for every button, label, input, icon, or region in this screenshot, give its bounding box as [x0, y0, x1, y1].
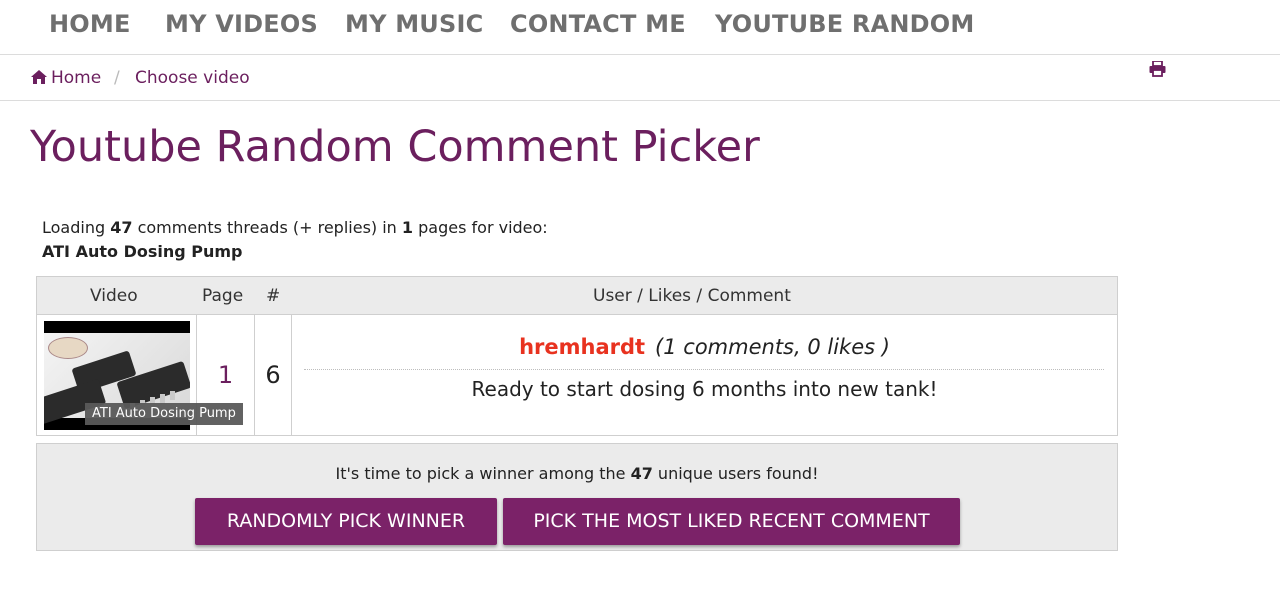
chip-pin [170, 391, 175, 400]
nav-item-home[interactable]: HOME [49, 10, 131, 38]
header-comment: User / Likes / Comment [593, 286, 791, 306]
loading-prefix: Loading [42, 218, 111, 237]
breadcrumb: Home / Choose video [0, 56, 1280, 101]
loading-suffix: pages for video: [413, 218, 548, 237]
unique-user-count: 47 [630, 464, 653, 483]
comment-user-stats: (1 comments, 0 likes ) [655, 335, 890, 359]
nav-item-contact-me[interactable]: CONTACT ME [510, 10, 686, 38]
video-name: ATI Auto Dosing Pump [42, 242, 243, 261]
nav-item-my-music[interactable]: MY MUSIC [345, 10, 483, 38]
header-page: Page [202, 286, 244, 306]
breadcrumb-home-label: Home [51, 68, 102, 88]
breadcrumb-separator: / [114, 68, 120, 88]
thread-count: 47 [110, 218, 133, 237]
breadcrumb-home-link[interactable]: Home [31, 68, 101, 88]
table-header: Video Page # User / Likes / Comment [37, 277, 1117, 315]
winner-prompt-prefix: It's time to pick a winner among the [335, 464, 631, 483]
winner-action-panel: It's time to pick a winner among the 47 … [36, 443, 1118, 551]
header-video: Video [90, 286, 138, 306]
home-icon [31, 70, 47, 84]
chip-pin [160, 394, 165, 403]
column-divider [291, 315, 292, 435]
page-count: 1 [401, 218, 414, 237]
comment-username[interactable]: hremhardt [519, 335, 645, 359]
page-title: Youtube Random Comment Picker [30, 122, 760, 172]
comment-text: Ready to start dosing 6 months into new … [471, 377, 938, 401]
thumbnail-logo [48, 337, 88, 359]
winner-prompt-suffix: unique users found! [652, 464, 819, 483]
pick-most-liked-button[interactable]: PICK THE MOST LIKED RECENT COMMENT [503, 498, 960, 545]
loading-status: Loading 47 comments threads (+ replies) … [42, 218, 548, 237]
nav-item-youtube-random[interactable]: YOUTUBE RANDOM [715, 10, 974, 38]
comment-user-line: hremhardt (1 comments, 0 likes ) [292, 335, 1117, 359]
comment-divider [304, 369, 1104, 370]
comment-number: 6 [265, 361, 281, 389]
header-number: # [266, 286, 281, 306]
print-icon[interactable] [1149, 61, 1166, 77]
loading-middle: comments threads (+ replies) in [132, 218, 402, 237]
winner-prompt: It's time to pick a winner among the 47 … [37, 464, 1117, 483]
randomly-pick-winner-button[interactable]: RANDOMLY PICK WINNER [195, 498, 497, 545]
top-navigation: HOME MY VIDEOS MY MUSIC CONTACT ME YOUTU… [0, 0, 1280, 55]
nav-item-my-videos[interactable]: MY VIDEOS [165, 10, 318, 38]
breadcrumb-current[interactable]: Choose video [135, 68, 250, 88]
thumbnail-tooltip: ATI Auto Dosing Pump [85, 403, 243, 425]
